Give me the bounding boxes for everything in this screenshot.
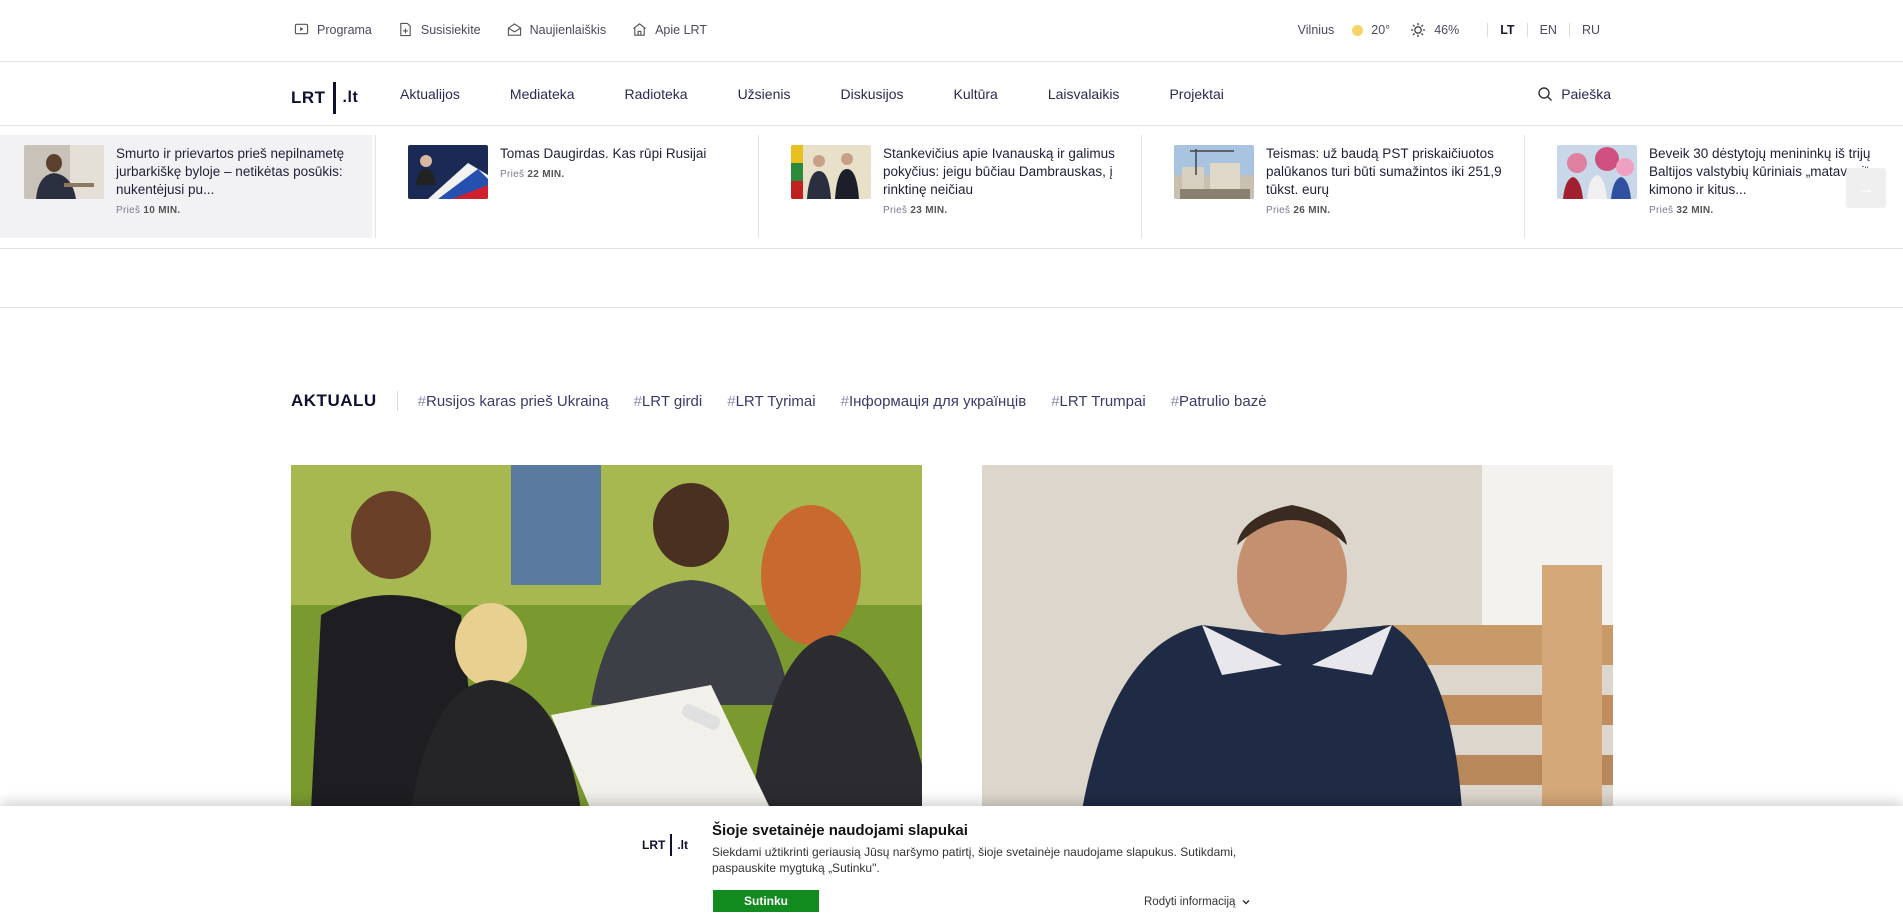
utility-links: Programa Susisiekite Naujienlaiškis Apie…: [294, 22, 707, 37]
logo-divider: [332, 82, 336, 114]
air-quality-value: 46%: [1434, 23, 1460, 37]
cookie-logo-main: LRT: [642, 838, 666, 852]
envelope-icon: [507, 23, 521, 36]
strip-divider: [1141, 135, 1142, 238]
latest-news-strip: Smurto ir prievartos prieš nepilnametę j…: [0, 126, 1903, 249]
logo-main: LRT: [291, 88, 326, 107]
utility-bar: Programa Susisiekite Naujienlaiškis Apie…: [0, 0, 1903, 62]
air-quality-icon: [1411, 23, 1426, 37]
nav-item-projektai[interactable]: Projektai: [1169, 86, 1223, 102]
news-time: Prieš 22 MIN.: [500, 169, 565, 180]
section-divider: [0, 307, 1903, 308]
cookie-banner: LRT .lt Šioje svetainėje naudojami slapu…: [0, 806, 1903, 919]
news-thumbnail: [1174, 145, 1254, 199]
search-icon: [1538, 87, 1553, 101]
cookie-text: Siekdami užtikrinti geriausią Jūsų naršy…: [712, 845, 1237, 875]
young-man-photo: [982, 465, 1613, 810]
newsletter-link-label: Naujienlaiškis: [529, 22, 607, 37]
tag-link[interactable]: #Patrulio bazė: [1171, 393, 1267, 410]
latest-news-item[interactable]: Stankevičius apie Ivanauską ir galimus p…: [767, 135, 1139, 238]
program-link-label: Programa: [317, 22, 372, 37]
news-title: Smurto ir prievartos prieš nepilnametę j…: [116, 146, 345, 197]
search-button[interactable]: Paieška: [1537, 86, 1611, 102]
tag-link[interactable]: #Інформація для українців: [841, 393, 1027, 410]
arrow-right-icon: →: [1857, 177, 1875, 198]
news-title: Teismas: už baudą PST priskaičiuotos pal…: [1266, 146, 1502, 197]
strip-next-button[interactable]: →: [1846, 168, 1886, 208]
news-time: Prieš 23 MIN.: [883, 205, 948, 216]
lang-ru[interactable]: RU: [1568, 23, 1612, 37]
news-thumbnail: [791, 145, 871, 199]
nav-item-radioteka[interactable]: Radioteka: [625, 86, 688, 102]
nav-item-uzsienis[interactable]: Užsienis: [738, 86, 791, 102]
building-icon: [633, 23, 647, 36]
nav-item-mediateka[interactable]: Mediateka: [510, 86, 575, 102]
strip-divider: [375, 135, 376, 238]
contact-icon: [400, 22, 411, 37]
tag-link[interactable]: #Rusijos karas prieš Ukrainą: [418, 393, 609, 410]
lang-en[interactable]: EN: [1526, 23, 1569, 37]
contact-link-label: Susisiekite: [420, 22, 481, 37]
nav-item-kultura[interactable]: Kultūra: [953, 86, 997, 102]
nav-item-diskusijos[interactable]: Diskusijos: [840, 86, 903, 102]
tag-link[interactable]: #LRT girdi: [634, 393, 703, 410]
play-icon: [294, 23, 309, 35]
program-link[interactable]: Programa: [294, 22, 372, 37]
latest-news-item[interactable]: Teismas: už baudą PST priskaičiuotos pal…: [1150, 135, 1522, 238]
nav-item-laisvalaikis[interactable]: Laisvalaikis: [1048, 86, 1120, 102]
feature-article-image[interactable]: [291, 465, 922, 810]
weather-city[interactable]: Vilnius: [1298, 23, 1335, 37]
news-time: Prieš 10 MIN.: [116, 205, 181, 216]
nav-menu: Aktualijos Mediateka Radioteka Užsienis …: [400, 86, 1274, 102]
news-title: Tomas Daugirdas. Kas rūpi Rusijai: [500, 146, 707, 161]
about-link[interactable]: Apie LRT: [632, 22, 707, 37]
news-thumbnail: [1557, 145, 1637, 199]
cookie-accept-button[interactable]: Sutinku: [713, 890, 819, 912]
news-thumbnail: [408, 145, 488, 199]
strip-divider: [758, 135, 759, 238]
about-link-label: Apie LRT: [655, 22, 707, 37]
students-photo: [291, 465, 922, 810]
cookie-logo-divider: [670, 834, 673, 856]
nav-item-aktualijos[interactable]: Aktualijos: [400, 86, 460, 102]
latest-news-item[interactable]: Tomas Daugirdas. Kas rūpi Rusijai Prieš …: [384, 135, 756, 238]
aktualu-title: AKTUALU: [291, 391, 398, 411]
main-navigation: LRT .lt Aktualijos Mediateka Radioteka U…: [0, 62, 1903, 126]
newsletter-link[interactable]: Naujienlaiškis: [507, 22, 606, 37]
chevron-down-icon: [1242, 899, 1250, 905]
tag-link[interactable]: #LRT Tyrimai: [727, 393, 815, 410]
weather-and-language: Vilnius 20° 46% LT EN RU: [1298, 22, 1612, 38]
strip-divider: [1524, 135, 1525, 238]
weather-temperature: 20°: [1371, 23, 1391, 37]
contact-link[interactable]: Susisiekite: [398, 22, 481, 37]
cookie-logo-tld: .lt: [677, 838, 688, 852]
cookie-show-info-toggle[interactable]: Rodyti informaciją: [1144, 896, 1251, 908]
sun-icon: [1352, 24, 1364, 36]
news-time: Prieš 26 MIN.: [1266, 205, 1331, 216]
cookie-title: Šioje svetainėje naudojami slapukai: [712, 822, 968, 839]
feature-article-image[interactable]: [982, 465, 1613, 810]
search-label: Paieška: [1561, 86, 1611, 102]
latest-news-item[interactable]: Smurto ir prievartos prieš nepilnametę j…: [0, 135, 372, 238]
tag-link[interactable]: #LRT Trumpai: [1051, 393, 1146, 410]
lrt-logo[interactable]: LRT .lt: [291, 82, 358, 114]
cookie-show-info-label: Rodyti informaciją: [1144, 896, 1236, 908]
aktualu-tags: AKTUALU #Rusijos karas prieš Ukrainą #LR…: [291, 391, 1292, 411]
news-thumbnail: [24, 145, 104, 199]
news-title: Stankevičius apie Ivanauską ir galimus p…: [883, 146, 1115, 197]
lang-lt[interactable]: LT: [1487, 23, 1526, 37]
logo-tld: .lt: [342, 89, 359, 106]
cookie-lrt-logo: LRT .lt: [642, 834, 688, 856]
